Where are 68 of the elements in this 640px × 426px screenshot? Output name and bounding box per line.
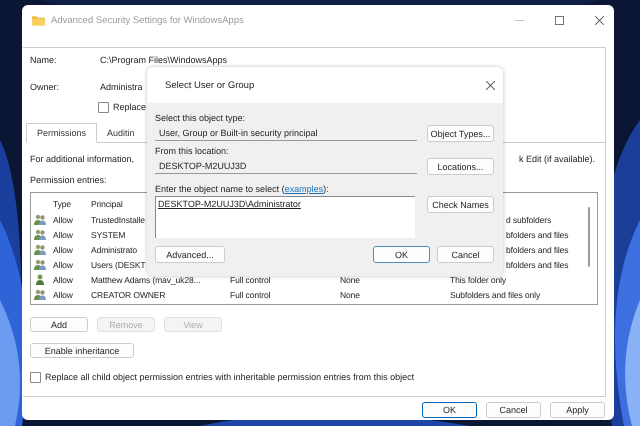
advanced-button[interactable]: Advanced... (155, 246, 225, 263)
user-icon (34, 274, 46, 285)
table-cell: bfolders and files (506, 230, 568, 240)
table-cell: Full control (230, 274, 270, 284)
dialog-button[interactable]: OK (373, 246, 430, 263)
column-header[interactable]: Type (53, 199, 72, 209)
dialog-title: Select User or Group (165, 80, 254, 90)
column-header[interactable]: Principal (91, 199, 123, 209)
scrollbar[interactable] (588, 207, 590, 267)
object-name-field[interactable]: DESKTOP-M2UUJ3D\Administrator (155, 196, 415, 238)
name-value: C:\Program Files\WindowsApps (100, 55, 228, 65)
object-types-button[interactable]: Object Types... (427, 125, 494, 142)
table-cell-text: Allow (53, 230, 74, 240)
table-cell-text: Allow (53, 214, 74, 224)
object-type-label: Select this object type: (155, 113, 246, 125)
table-cell: CREATOR OWNER (91, 290, 166, 300)
enable-inheritance-button[interactable]: Enable inheritance (30, 343, 134, 358)
footer-button[interactable]: Cancel (486, 402, 541, 418)
table-cell: This folder only (450, 274, 506, 284)
users-icon (34, 244, 46, 255)
table-cell: Subfolders and files only (450, 290, 540, 300)
footer-button[interactable]: OK (422, 402, 477, 418)
table-cell-text: Allow (53, 260, 74, 270)
table-cell: TrustedInstalle (91, 214, 145, 224)
object-type-field: User, Group or Built-in security principal (155, 125, 417, 141)
owner-value: Administra (100, 82, 143, 92)
window-title: Advanced Security Settings for WindowsApps (51, 14, 244, 26)
checkbox[interactable] (98, 102, 109, 112)
table-cell: bfolders and files (506, 244, 568, 254)
users-icon (34, 214, 46, 225)
footer-button[interactable]: Apply (550, 402, 605, 418)
locations-button[interactable]: Locations... (427, 158, 494, 175)
tab[interactable]: Auditin (97, 123, 145, 142)
checkbox-label: Replace all child object permission entries with inheritable permission entries from this object (45, 372, 414, 382)
checkbox[interactable] (30, 372, 41, 382)
table-cell-text: Allow (53, 290, 74, 300)
table-cell: None (340, 274, 360, 284)
users-icon (34, 259, 46, 270)
table-cell: None (340, 290, 360, 300)
table-cell: Matthew Adams (mav_uk28... (91, 274, 200, 284)
location-field: DESKTOP-M2UUJ3D (155, 158, 417, 174)
table-cell: Administrato (91, 244, 138, 254)
table-cell: d subfolders (506, 214, 552, 224)
table-cell: SYSTEM (91, 230, 126, 240)
location-label: From this location: (155, 146, 230, 158)
close-icon[interactable] (595, 16, 604, 24)
maximize-icon[interactable] (555, 16, 564, 24)
table-cell: bfolders and files (506, 260, 568, 270)
info-text: For additional information, (30, 154, 134, 164)
permission-entries-label: Permission entries: (30, 175, 107, 185)
table-cell: Users (DESKT (91, 260, 146, 270)
table-cell: Full control (230, 290, 270, 300)
name-label: Name: (30, 55, 58, 65)
close-icon[interactable] (486, 80, 495, 90)
check-names-button[interactable]: Check Names (427, 196, 494, 213)
object-name-label: Enter the object name to select (examples): (155, 184, 330, 196)
owner-label: Owner: (30, 82, 60, 92)
checkbox-label: Replace (113, 102, 146, 112)
examples-link[interactable]: examples (284, 184, 324, 194)
entry-button[interactable]: Add (30, 317, 88, 332)
table-cell-text: Allow (53, 244, 74, 254)
users-icon (34, 229, 46, 240)
users-icon (34, 289, 46, 300)
table-cell-text: Allow (53, 274, 74, 284)
folder-icon (32, 14, 45, 26)
tab[interactable]: Permissions (26, 123, 98, 143)
dialog-button[interactable]: Cancel (437, 246, 494, 263)
info-text: k Edit (if available). (518, 154, 595, 164)
